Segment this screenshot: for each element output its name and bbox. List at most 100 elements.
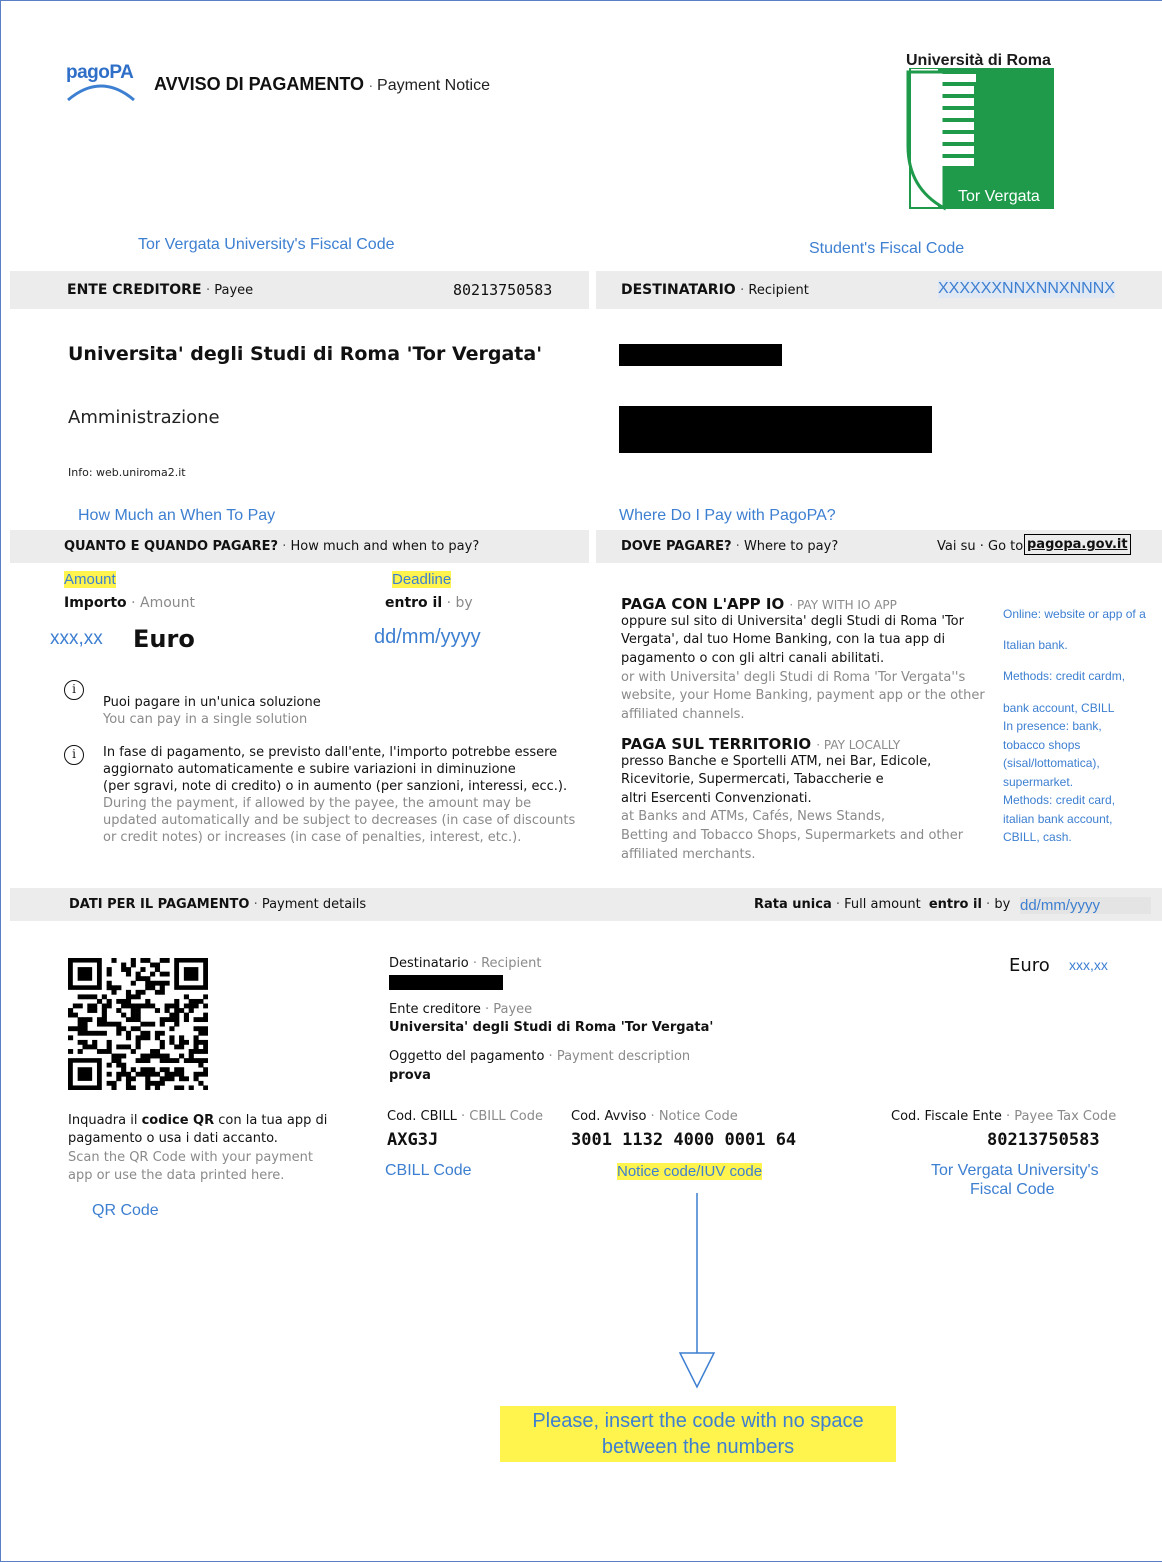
when-label: QUANTO E QUANDO PAGARE? [64, 539, 279, 554]
fiscal-code-annotation: Tor Vergata University's Fiscal Code [138, 236, 395, 253]
recipient-label: DESTINATARIO [621, 282, 736, 298]
qr-text-it-bold: codice QR [141, 1113, 215, 1128]
online-annotation-line: In presence: bank, [1003, 719, 1102, 733]
university-logo: Università di Roma Tor Vergata [902, 52, 1056, 211]
app-title-en: PAY WITH IO APP [796, 598, 897, 612]
where-label: DOVE PAGARE? [621, 539, 732, 554]
qr-code-annotation: QR Code [92, 1202, 159, 1219]
note2-en-line: updated automatically and be subject to … [103, 813, 576, 828]
recipient-code: XXXXXXNNXNNXNNNX [938, 280, 1115, 298]
qr-text-it-post: con la tua app di [214, 1113, 328, 1128]
details-amount: xxx,xx [1069, 957, 1108, 973]
full-amount-date: dd/mm/yyyy [1020, 897, 1151, 914]
online-annotation-line: italian bank account, [1003, 812, 1113, 826]
avviso-label: Cod. Avviso [571, 1109, 647, 1124]
tax-code-annotation: Fiscal Code [970, 1181, 1055, 1198]
app-it-line: oppure sul sito di Universita' degli Stu… [621, 614, 964, 629]
importo-label-en: Amount [140, 595, 196, 611]
cbill-label-en: CBILL Code [469, 1109, 544, 1124]
cf-label: Cod. Fiscale Ente [891, 1109, 1002, 1124]
goto-text: Vai su · Go to [937, 539, 1024, 554]
pagopa-site-link[interactable]: pagopa.gov.it [1024, 534, 1131, 555]
notice-code-annotation: Notice code/IUV code [617, 1163, 763, 1180]
online-annotation-line: Methods: credit card, [1003, 793, 1116, 807]
payee-dept: Amministrazione [68, 407, 220, 428]
info-icon: i [64, 680, 84, 700]
recipient-name-redacted [619, 344, 782, 366]
avviso-label-en: Notice Code [658, 1109, 738, 1124]
online-annotation-line: CBILL, cash. [1003, 830, 1072, 844]
qr-text-en-2: app or use the data printed here. [68, 1168, 285, 1183]
qr-text-it-2: pagamento o usa i dati accanto. [68, 1131, 278, 1146]
local-title-en: PAY LOCALLY [823, 738, 901, 752]
instruction-box: Please, insert the code with no space be… [500, 1406, 896, 1462]
app-it-line: pagamento o con gli altri canali abilita… [621, 651, 885, 666]
online-annotation-line: (sisal/lottomatica), [1003, 756, 1100, 770]
cf-value: 80213750583 [987, 1130, 1100, 1150]
avviso-value: 3001 1132 4000 0001 64 [571, 1130, 797, 1150]
local-it-line: Ricevitorie, Supermercati, Tabaccherie e [621, 772, 884, 787]
instruction-line-2: between the numbers [601, 1436, 795, 1458]
amount-annotation: Amount [64, 571, 116, 588]
recipient-label-en: Recipient [748, 283, 809, 298]
importo-label: Importo [64, 595, 127, 611]
app-en-line: affiliated channels. [621, 707, 745, 722]
dest-label: Destinatario [389, 956, 469, 971]
rata-label-en: Full amount [844, 897, 921, 912]
app-title: PAGA CON L'APP IO [621, 595, 785, 613]
online-annotation-line: bank account, CBILL [1003, 701, 1115, 715]
rata-label: Rata unica [754, 897, 832, 912]
online-annotation-line: supermarket. [1003, 775, 1074, 789]
local-en-line: Betting and Tobacco Shops, Supermarkets … [621, 828, 964, 843]
entro-label-en: by [455, 595, 473, 611]
online-annotation-line: Methods: credit cardm, [1003, 669, 1126, 683]
cbill-label: Cod. CBILL [387, 1109, 457, 1124]
online-annotation-line: Italian bank. [1003, 638, 1068, 652]
dest-label-en: Recipient [481, 956, 542, 971]
note2-it-line: In fase di pagamento, se previsto dall'e… [103, 745, 558, 760]
note2-en-line: During the payment, if allowed by the pa… [103, 796, 532, 811]
deadline-value: dd/mm/yyyy [374, 626, 481, 648]
oggetto-value: prova [389, 1068, 431, 1083]
deadline-annotation: Deadline [392, 571, 452, 588]
details-euro: Euro [1009, 955, 1050, 976]
qr-text-en-1: Scan the QR Code with your payment [68, 1150, 314, 1165]
student-fiscal-code-annotation: Student's Fiscal Code [809, 240, 965, 257]
local-it-line: altri Esercenti Convenzionati. [621, 791, 812, 806]
where-pay-annotation: Where Do I Pay with PagoPA? [619, 507, 836, 524]
ente-label: Ente creditore [389, 1002, 481, 1017]
down-arrow-icon [677, 1193, 717, 1395]
recipient-address-redacted [619, 406, 932, 453]
qr-text-it: Inquadra il [68, 1113, 142, 1128]
local-it-line: presso Banche e Sportelli ATM, nei Bar, … [621, 754, 932, 769]
info-icon: i [64, 745, 84, 765]
local-en-line: affiliated merchants. [621, 847, 756, 862]
euro-label: Euro [133, 625, 195, 653]
app-it-line: Vergata', dal tuo Home Banking, con la t… [621, 632, 946, 647]
entro-label: entro il [385, 595, 443, 611]
note2-it-line: aggiornato automaticamente e subire vari… [103, 762, 516, 777]
note1-it: Puoi pagare in un'unica soluzione [103, 695, 321, 710]
tax-code-annotation: Tor Vergata University's [931, 1162, 1099, 1179]
instruction-line-1: Please, insert the code with no space [532, 1410, 864, 1432]
oggetto-label-en: Payment description [556, 1049, 691, 1064]
ente-label-en: Payee [493, 1002, 533, 1017]
cbill-value: AXG3J [387, 1130, 439, 1150]
when-label-en: How much and when to pay? [290, 539, 480, 554]
local-title: PAGA SUL TERRITORIO [621, 735, 812, 753]
ente-name: Universita' degli Studi di Roma 'Tor Ver… [389, 1020, 714, 1035]
note1-en: You can pay in a single solution [103, 712, 308, 727]
app-en-line: website, your Home Banking, payment app … [621, 688, 985, 703]
payee-code: 80213750583 [453, 281, 553, 299]
rata-entro: entro il [928, 897, 982, 912]
note2-it-line: (per sgravi, note di credito) o in aumen… [103, 779, 568, 794]
pagopa-logo: pagoPA [64, 60, 138, 110]
oggetto-label: Oggetto del pagamento [389, 1049, 545, 1064]
payee-label: ENTE CREDITORE [67, 282, 202, 298]
details-label: DATI PER IL PAGAMENTO [69, 897, 250, 912]
details-label-en: Payment details [261, 897, 367, 912]
app-en-line: or with Universita' degli Studi di Roma … [621, 670, 966, 685]
qr-code [68, 958, 209, 1094]
cbill-annotation: CBILL Code [385, 1162, 472, 1179]
where-label-en: Where to pay? [743, 539, 839, 554]
